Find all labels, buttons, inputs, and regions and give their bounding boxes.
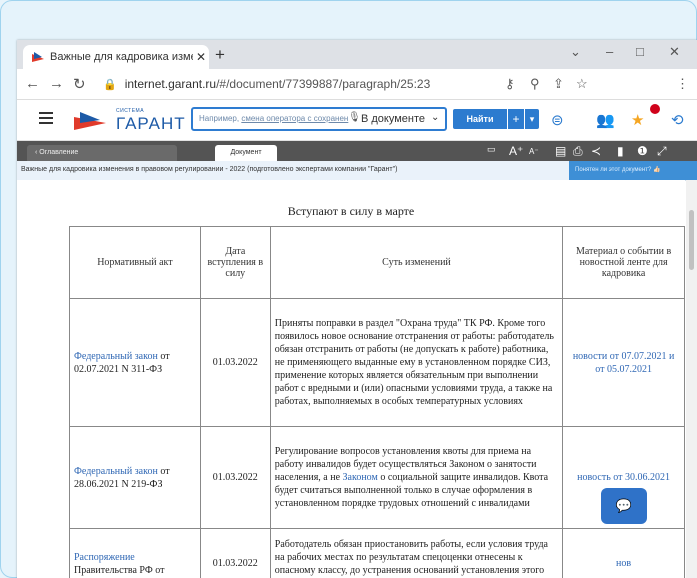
date-cell: 01.03.2022 xyxy=(199,298,271,427)
table-row: Федеральный закон от 02.07.2021 N 311-ФЗ… xyxy=(69,298,685,427)
tab-close-icon[interactable]: ✕ xyxy=(193,50,209,64)
column-header: Суть изменений xyxy=(269,226,564,299)
date-cell: 01.03.2022 xyxy=(199,528,271,578)
address-bar: ← → ↻ 🔒 internet.garant.ru/#/document/77… xyxy=(17,69,697,100)
document-content: Вступают в силу в марте Нормативный акт … xyxy=(17,180,685,578)
search-scope-select[interactable]: В документе xyxy=(361,113,425,125)
zoom-icon[interactable]: ⚲ xyxy=(530,76,540,92)
document-tab-bar: ‹ Оглавление Документ ▭ A⁺ A⁻ ▤ ⎙ ≺ ▮ ❶ … xyxy=(17,141,697,161)
find-plus-button[interactable]: + xyxy=(508,109,524,129)
document-list-icon[interactable]: ▤ xyxy=(555,144,566,158)
table-row: Распоряжение Правительства РФ от 01.03.2… xyxy=(69,528,685,578)
garant-logo-icon xyxy=(74,112,106,130)
act-link[interactable]: Распоряжение xyxy=(74,552,135,563)
date-cell: 01.03.2022 xyxy=(199,426,271,529)
share-icon[interactable]: ⇪ xyxy=(553,76,564,92)
lock-icon: 🔒 xyxy=(103,78,117,91)
tab-contents[interactable]: ‹ Оглавление xyxy=(27,145,177,161)
act-cell: Федеральный закон от 02.07.2021 N 311-ФЗ xyxy=(69,298,201,427)
column-header: Дата вступления в силу xyxy=(199,226,271,299)
users-icon[interactable]: 👥 xyxy=(596,111,615,129)
essence-cell: Приняты поправки в раздел "Охрана труда"… xyxy=(269,298,564,427)
key-icon[interactable]: ⚷ xyxy=(505,76,515,92)
browser-window: Важные для кадровика изменен ✕ + ⌄ – □ ✕… xyxy=(17,40,697,578)
tab-search-icon[interactable]: ⌄ xyxy=(570,44,581,60)
news-link[interactable]: новости от 07.07.2021 и от 05.07.2021 xyxy=(573,351,675,375)
essence-cell: Регулирование вопросов установления квот… xyxy=(269,426,564,529)
material-cell: нов xyxy=(562,528,685,578)
tab-title: Важные для кадровика изменен xyxy=(50,51,193,63)
act-cell: Федеральный закон от 28.06.2021 N 219-ФЗ xyxy=(69,426,201,529)
history-icon[interactable]: ⟲ xyxy=(671,111,684,129)
hamburger-menu-icon[interactable] xyxy=(39,112,53,127)
expand-icon[interactable]: ⤢ xyxy=(657,144,667,159)
title-bar: Важные для кадровика изменен ✕ + ⌄ – □ ✕ xyxy=(17,40,697,69)
tab-document[interactable]: Документ xyxy=(215,145,277,161)
search-in-list-icon[interactable]: ⊜ xyxy=(551,111,564,129)
font-decrease-button[interactable]: A⁻ xyxy=(529,147,539,156)
info-icon[interactable]: ❶ xyxy=(637,144,648,158)
chat-support-button[interactable]: 💬 xyxy=(601,488,647,524)
news-link[interactable]: нов xyxy=(616,558,631,569)
garant-toolbar: СИСТЕМА ГАРАНТ Например, смена оператора… xyxy=(17,100,697,141)
scrollbar[interactable] xyxy=(686,180,697,578)
minimize-button[interactable]: – xyxy=(606,44,613,59)
url-field[interactable]: 🔒 internet.garant.ru/#/document/77399887… xyxy=(103,73,603,95)
act-link[interactable]: Федеральный закон xyxy=(74,466,158,477)
print-icon[interactable]: ⎙ xyxy=(573,144,583,159)
table-header-row: Нормативный акт Дата вступления в силу С… xyxy=(69,226,685,299)
bookmark-star-icon[interactable]: ☆ xyxy=(576,76,588,92)
material-cell: новости от 07.07.2021 и от 05.07.2021 xyxy=(562,298,685,427)
column-header: Нормативный акт xyxy=(69,226,201,299)
url-host: internet.garant.ru xyxy=(124,77,217,91)
back-arrow-icon[interactable]: ← xyxy=(25,75,40,92)
microphone-icon[interactable]: 🎙 xyxy=(348,112,361,123)
law-link[interactable]: Законом xyxy=(343,472,378,483)
tts-icon[interactable]: ▭ xyxy=(487,144,496,155)
new-tab-button[interactable]: + xyxy=(215,45,225,65)
scrollbar-thumb[interactable] xyxy=(689,210,694,270)
favorites-star-icon[interactable]: ★ xyxy=(631,111,644,129)
url-path: /#/document/77399887/paragraph/25:23 xyxy=(216,77,431,91)
font-increase-button[interactable]: A⁺ xyxy=(509,144,523,158)
garant-logo[interactable]: СИСТЕМА ГАРАНТ xyxy=(72,106,185,134)
bookmark-icon[interactable]: ▮ xyxy=(617,144,624,158)
logo-name: ГАРАНТ xyxy=(116,114,186,133)
changes-table: Нормативный акт Дата вступления в силу С… xyxy=(69,226,685,578)
maximize-button[interactable]: □ xyxy=(636,44,644,59)
reload-icon[interactable]: ↻ xyxy=(73,75,86,93)
notification-badge xyxy=(650,104,660,114)
forward-arrow-icon[interactable]: → xyxy=(49,75,64,92)
search-input[interactable]: Например, смена оператора с сохранен 🎙 В… xyxy=(191,107,447,131)
browser-menu-icon[interactable]: ⋮ xyxy=(676,76,689,92)
find-button[interactable]: Найти xyxy=(453,109,507,129)
act-link[interactable]: Федеральный закон xyxy=(74,351,158,362)
document-title-breadcrumb: Важные для кадровика изменения в правово… xyxy=(21,166,398,173)
find-options-button[interactable]: ▾ xyxy=(525,109,539,129)
browser-tab[interactable]: Важные для кадровика изменен ✕ xyxy=(23,45,209,69)
section-title: Вступают в силу в марте xyxy=(287,204,415,218)
act-cell: Распоряжение Правительства РФ от xyxy=(69,528,201,578)
essence-cell: Работодатель обязан приостановить работы… xyxy=(269,528,564,578)
search-placeholder: Например, смена оператора с сохранен xyxy=(199,114,349,123)
column-header: Материал о событии в новостной ленте для… xyxy=(562,226,685,299)
garant-favicon-icon xyxy=(31,51,45,63)
share-icon[interactable]: ≺ xyxy=(591,144,601,158)
table-row: Федеральный закон от 28.06.2021 N 219-ФЗ… xyxy=(69,426,685,529)
chevron-down-icon[interactable]: ⌄ xyxy=(431,112,439,123)
chat-icon: 💬 xyxy=(615,498,633,513)
news-link[interactable]: новость от 30.06.2021 xyxy=(577,472,670,483)
document-subheader: Важные для кадровика изменения в правово… xyxy=(17,161,697,181)
feedback-button[interactable]: Понятен ли этот документ? 👍🏻 xyxy=(569,161,697,180)
close-window-button[interactable]: ✕ xyxy=(669,44,680,60)
